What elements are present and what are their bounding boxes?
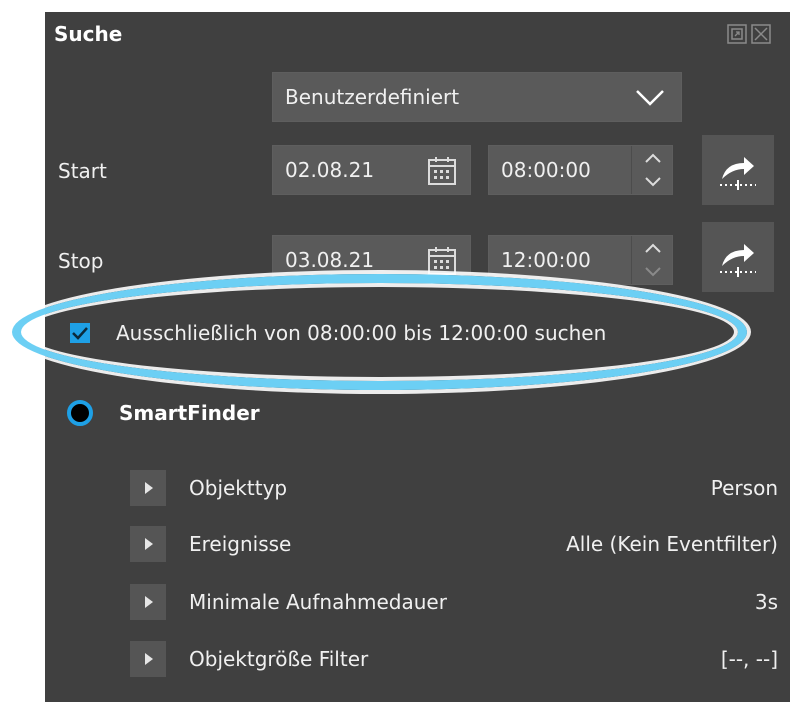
calendar-icon[interactable]: [427, 246, 457, 281]
filter-row-aufnahmedauer[interactable]: Minimale Aufnahmedauer 3s: [130, 584, 778, 620]
exclusive-time-label: Ausschließlich von 08:00:00 bis 12:00:00…: [116, 321, 607, 345]
filter-name: Objekttyp: [189, 476, 288, 500]
smartfinder-radio[interactable]: [67, 400, 93, 426]
start-label: Start: [58, 159, 107, 183]
up-down-spinner-icon[interactable]: [631, 146, 672, 194]
time-range-dropdown[interactable]: Benutzerdefiniert: [272, 72, 682, 122]
smartfinder-label: SmartFinder: [119, 401, 260, 425]
filter-name: Objektgröße Filter: [189, 647, 369, 671]
chevron-down-icon: [635, 88, 665, 112]
smartfinder-option[interactable]: SmartFinder: [67, 400, 260, 426]
start-jump-button[interactable]: [702, 135, 774, 205]
triangle-right-icon[interactable]: [130, 641, 166, 677]
exclusive-time-option[interactable]: Ausschließlich von 08:00:00 bis 12:00:00…: [70, 321, 606, 345]
triangle-right-icon[interactable]: [130, 526, 166, 562]
stop-time-value: 12:00:00: [501, 248, 591, 272]
stop-jump-button[interactable]: [702, 222, 774, 292]
triangle-right-icon[interactable]: [130, 470, 166, 506]
panel-title: Suche: [54, 22, 123, 46]
stop-time-field[interactable]: 12:00:00: [488, 235, 673, 285]
close-icon[interactable]: [751, 24, 771, 44]
undock-icon[interactable]: [727, 24, 747, 44]
stop-date-value: 03.08.21: [285, 248, 375, 272]
filter-row-objekttyp[interactable]: Objekttyp Person: [130, 470, 778, 506]
filter-value: [--, --]: [720, 647, 778, 671]
filter-row-objektgroesse[interactable]: Objektgröße Filter [--, --]: [130, 641, 778, 677]
filter-value: 3s: [754, 590, 778, 614]
time-range-value: Benutzerdefiniert: [285, 85, 460, 109]
up-down-spinner-icon[interactable]: [631, 236, 672, 284]
start-time-value: 08:00:00: [501, 158, 591, 182]
window-buttons: [727, 24, 771, 44]
filter-name: Minimale Aufnahmedauer: [189, 590, 447, 614]
stop-label: Stop: [58, 249, 104, 273]
stop-date-field[interactable]: 03.08.21: [272, 235, 471, 285]
filter-value: Person: [710, 476, 778, 500]
filter-value: Alle (Kein Eventfilter): [566, 532, 778, 556]
triangle-right-icon[interactable]: [130, 584, 166, 620]
calendar-icon[interactable]: [427, 156, 457, 191]
exclusive-time-checkbox[interactable]: [70, 323, 90, 343]
filter-name: Ereignisse: [189, 532, 292, 556]
start-time-field[interactable]: 08:00:00: [488, 145, 673, 195]
filter-row-ereignisse[interactable]: Ereignisse Alle (Kein Eventfilter): [130, 526, 778, 562]
start-date-value: 02.08.21: [285, 158, 375, 182]
start-date-field[interactable]: 02.08.21: [272, 145, 471, 195]
